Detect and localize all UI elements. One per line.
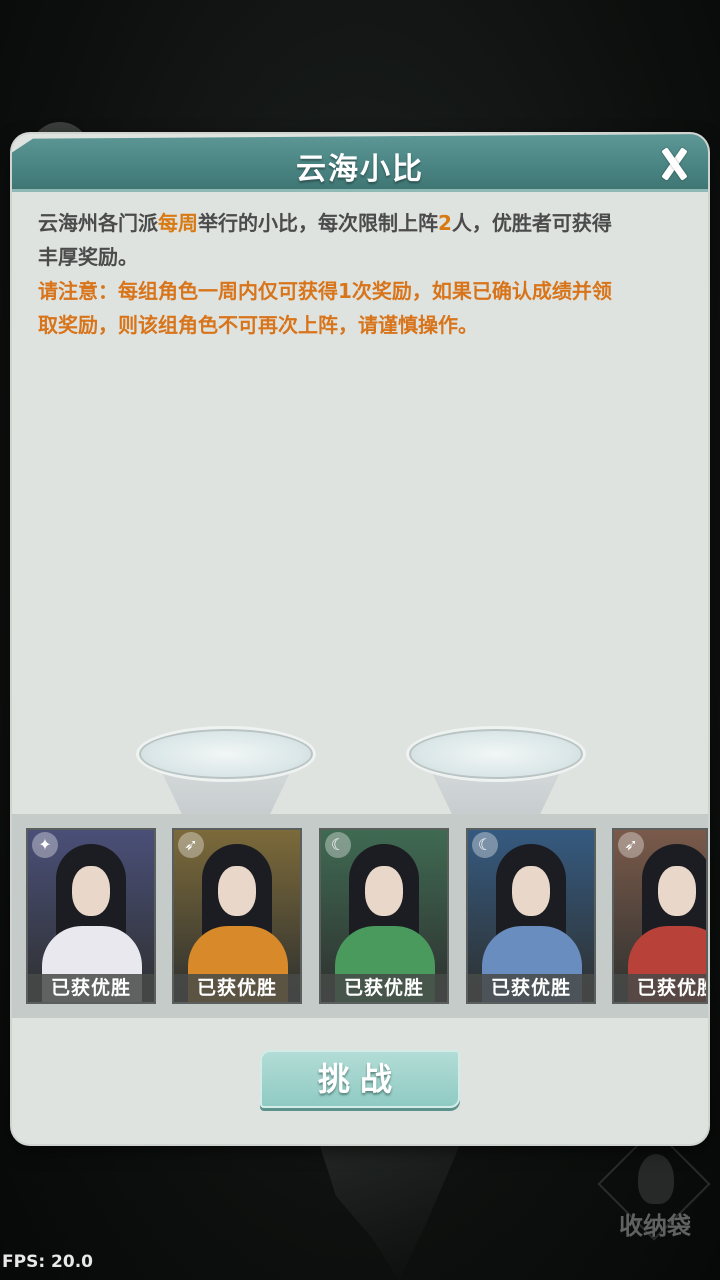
victory-badge: 已获优胜 <box>614 974 706 1002</box>
fps-counter: FPS: 20.0 <box>2 1252 93 1272</box>
character-card[interactable]: ➶ 已获优胜 <box>612 828 708 1004</box>
moon-emblem-icon: ☾ <box>325 832 351 858</box>
victory-badge: 已获优胜 <box>174 974 300 1002</box>
description: 云海州各门派每周举行的小比，每次限制上阵2人，优胜者可获得 丰厚奖励。 请注意：… <box>38 206 688 342</box>
bag-icon <box>638 1154 674 1204</box>
character-list[interactable]: ✦ 已获优胜 ➶ 已获优胜 ☾ 已获优胜 ☾ 已获优胜 ➶ 已获优 <box>12 814 708 1018</box>
notice-line-1: 请注意：每组角色一周内仅可获得1次奖励，如果已确认成绩并领 <box>38 279 612 303</box>
character-card[interactable]: ☾ 已获优胜 <box>466 828 596 1004</box>
left-bowl-slot[interactable] <box>136 726 316 816</box>
portrait-face <box>658 866 696 916</box>
desc-text: 人，优胜者可获得 <box>451 211 612 235</box>
description-line-2: 丰厚奖励。 <box>38 245 138 269</box>
background-rock <box>318 1140 462 1280</box>
bowl-rim <box>406 726 586 782</box>
notice-line-2: 取奖励，则该组角色不可再次上阵，请谨慎操作。 <box>38 313 478 337</box>
bowl-rim <box>136 726 316 782</box>
portrait-face <box>365 866 403 916</box>
portrait-face <box>72 866 110 916</box>
victory-badge: 已获优胜 <box>28 974 154 1002</box>
character-card[interactable]: ✦ 已获优胜 <box>26 828 156 1004</box>
description-line-1: 云海州各门派每周举行的小比，每次限制上阵2人，优胜者可获得 <box>38 206 688 240</box>
desc-highlight-weekly: 每周 <box>158 211 198 235</box>
sword-emblem-icon: ✦ <box>32 832 58 858</box>
victory-badge: 已获优胜 <box>468 974 594 1002</box>
blade-emblem-icon: ➶ <box>618 832 644 858</box>
desc-text: 云海州各门派 <box>38 211 158 235</box>
right-bowl-slot[interactable] <box>406 726 586 816</box>
challenge-button[interactable]: 挑战 <box>260 1050 460 1108</box>
character-card[interactable]: ➶ 已获优胜 <box>172 828 302 1004</box>
yunhai-contest-panel: 云海小比 云海州各门派每周举行的小比，每次限制上阵2人，优胜者可获得 丰厚奖励。… <box>12 134 708 1144</box>
storage-bag-button[interactable]: 收纳袋 <box>597 1127 711 1241</box>
storage-bag-label: 收纳袋 <box>619 1212 691 1240</box>
portrait-face <box>218 866 256 916</box>
panel-title: 云海小比 <box>296 152 424 187</box>
moon-emblem-icon: ☾ <box>472 832 498 858</box>
close-icon[interactable] <box>652 142 696 186</box>
blade-emblem-icon: ➶ <box>178 832 204 858</box>
desc-highlight-count: 2 <box>438 211 452 235</box>
portrait-face <box>512 866 550 916</box>
victory-badge: 已获优胜 <box>321 974 447 1002</box>
desc-text: 举行的小比，每次限制上阵 <box>198 211 438 235</box>
character-card[interactable]: ☾ 已获优胜 <box>319 828 449 1004</box>
